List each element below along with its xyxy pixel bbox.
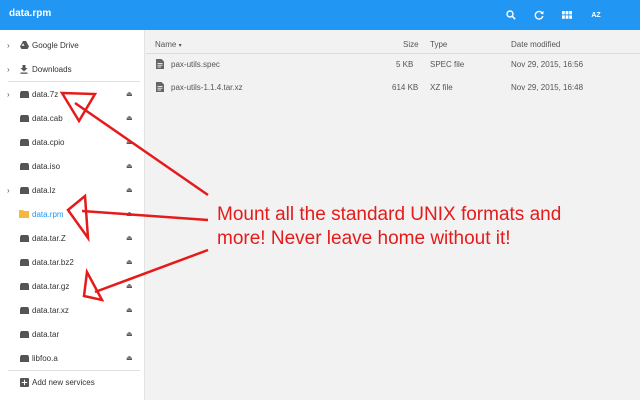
sidebar-item-data-tar-bz2[interactable]: data.tar.bz2 ⏏ [0, 251, 145, 273]
window-title: data.rpm [9, 8, 52, 19]
sidebar-item-label: data.tar.gz [32, 281, 70, 291]
search-icon [506, 10, 516, 20]
file-type: SPEC file [430, 60, 465, 69]
eject-icon[interactable]: ⏏ [126, 354, 133, 362]
column-header-label: Name [155, 40, 177, 49]
file-type: XZ file [430, 83, 453, 92]
eject-icon[interactable]: ⏏ [126, 210, 133, 218]
column-header-name[interactable]: Name ▾ [155, 40, 182, 49]
refresh-icon [534, 10, 544, 20]
archive-icon [19, 185, 29, 195]
table-row[interactable]: pax-utils.spec 5 KB SPEC file Nov 29, 20… [146, 54, 640, 76]
sidebar-item-label: data.cpio [32, 137, 65, 147]
eject-icon[interactable]: ⏏ [126, 306, 133, 314]
sidebar-item-data-tar-z[interactable]: data.tar.Z ⏏ [0, 227, 145, 249]
sidebar-item-label: data.iso [32, 161, 61, 171]
sort-arrow-icon: ▾ [178, 43, 182, 49]
sidebar-item-label: Google Drive [32, 40, 79, 50]
archive-icon [19, 305, 29, 315]
archive-icon [19, 137, 29, 147]
archive-icon [19, 113, 29, 123]
eject-icon[interactable]: ⏏ [126, 162, 133, 170]
title-bar: data.rpm AZ [0, 0, 640, 30]
add-icon [19, 377, 29, 387]
folder-icon [19, 209, 29, 219]
annotation-text: Mount all the standard UNIX formats and … [217, 203, 627, 251]
annotation-line-1: Mount all the standard UNIX formats and [217, 204, 562, 225]
table-row[interactable]: pax-utils-1.1.4.tar.xz 614 KB XZ file No… [146, 77, 640, 99]
eject-icon[interactable]: ⏏ [126, 330, 133, 338]
eject-icon[interactable]: ⏏ [126, 90, 133, 98]
archive-icon [19, 89, 29, 99]
archive-icon [19, 257, 29, 267]
sidebar-item-label: data.tar.bz2 [32, 257, 74, 267]
chevron-right-icon[interactable]: › [7, 90, 10, 99]
grid-view-button[interactable] [558, 6, 576, 24]
column-header-size[interactable]: Size [403, 40, 419, 49]
search-button[interactable] [502, 6, 520, 24]
file-modified: Nov 29, 2015, 16:48 [511, 83, 584, 92]
sidebar-item-label: libfoo.a [32, 353, 58, 363]
archive-icon [19, 233, 29, 243]
sidebar-item-label: Downloads [32, 64, 72, 74]
eject-icon[interactable]: ⏏ [126, 258, 133, 266]
archive-icon [19, 281, 29, 291]
sidebar-item-label: data.7z [32, 89, 59, 99]
add-services-label: Add new services [32, 377, 95, 387]
archive-icon [19, 329, 29, 339]
eject-icon[interactable]: ⏏ [126, 138, 133, 146]
chevron-right-icon[interactable]: › [7, 186, 10, 195]
sidebar-item-data-lz[interactable]: › data.lz ⏏ [0, 179, 145, 201]
column-header-type[interactable]: Type [430, 40, 447, 49]
sidebar-item-libfoo-a[interactable]: libfoo.a ⏏ [0, 347, 145, 369]
chevron-right-icon[interactable]: › [7, 65, 10, 74]
sidebar-item-data-tar-gz[interactable]: data.tar.gz ⏏ [0, 275, 145, 297]
column-header-modified[interactable]: Date modified [511, 40, 560, 49]
grid-icon [562, 11, 572, 19]
eject-icon[interactable]: ⏏ [126, 114, 133, 122]
sidebar-item-label: data.cab [32, 113, 63, 123]
chevron-right-icon[interactable]: › [7, 41, 10, 50]
sidebar-item-google-drive[interactable]: › Google Drive [0, 34, 145, 56]
sidebar-item-label: data.tar [32, 329, 60, 339]
sidebar-item-downloads[interactable]: › Downloads [0, 58, 145, 80]
refresh-button[interactable] [530, 6, 548, 24]
sidebar-item-data-rpm[interactable]: data.rpm ⏏ [0, 203, 145, 225]
sidebar-item-data-tar[interactable]: data.tar ⏏ [0, 323, 145, 345]
annotation-line-2: more! Never leave home without it! [217, 228, 511, 249]
sidebar-item-label: data.rpm [32, 209, 64, 219]
sort-az-icon: AZ [591, 11, 601, 19]
sort-button[interactable]: AZ [587, 6, 605, 24]
sidebar-item-label: data.tar.xz [32, 305, 69, 315]
sidebar-divider [8, 81, 140, 82]
sidebar-item-data-cab[interactable]: data.cab ⏏ [0, 107, 145, 129]
sidebar-item-label: data.lz [32, 185, 56, 195]
file-modified: Nov 29, 2015, 16:56 [511, 60, 584, 69]
sidebar-item-data-cpio[interactable]: data.cpio ⏏ [0, 131, 145, 153]
file-name: pax-utils.spec [171, 60, 220, 69]
sidebar-item-data-7z[interactable]: › data.7z ⏏ [0, 83, 145, 105]
sidebar-item-data-iso[interactable]: data.iso ⏏ [0, 155, 145, 177]
add-new-services-button[interactable]: Add new services [0, 371, 145, 393]
eject-icon[interactable]: ⏏ [126, 282, 133, 290]
archive-icon [19, 161, 29, 171]
download-icon [19, 64, 29, 74]
sidebar-item-label: data.tar.Z [32, 233, 66, 243]
file-name: pax-utils-1.1.4.tar.xz [171, 83, 243, 92]
eject-icon[interactable]: ⏏ [126, 234, 133, 242]
file-icon [156, 82, 164, 94]
archive-icon [19, 353, 29, 363]
file-icon [156, 59, 164, 71]
drive-icon [19, 40, 29, 50]
file-size: 614 KB [392, 83, 419, 92]
eject-icon[interactable]: ⏏ [126, 186, 133, 194]
sidebar: › Google Drive › Downloads › data.7z ⏏ d… [0, 30, 145, 400]
file-size: 5 KB [396, 60, 414, 69]
sidebar-item-data-tar-xz[interactable]: data.tar.xz ⏏ [0, 299, 145, 321]
